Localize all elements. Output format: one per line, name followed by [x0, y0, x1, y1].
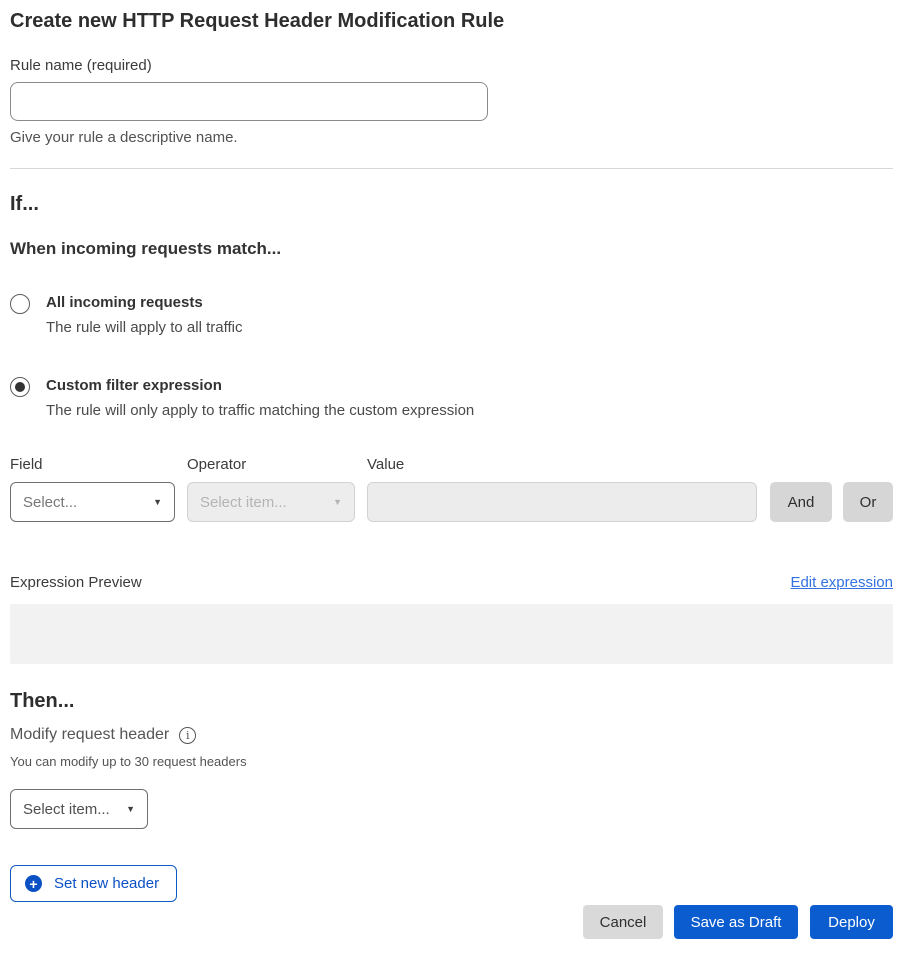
operator-select-value: Select item... [200, 494, 287, 511]
modify-header-helper: You can modify up to 30 request headers [10, 754, 893, 770]
expression-preview-label: Expression Preview [10, 572, 142, 594]
chevron-down-icon: ▼ [153, 498, 162, 507]
rule-name-input[interactable] [10, 82, 488, 121]
chevron-down-icon: ▼ [126, 805, 135, 814]
expression-preview-box [10, 604, 893, 664]
radio-description: The rule will apply to all traffic [46, 317, 242, 338]
radio-button[interactable] [10, 294, 30, 314]
edit-expression-link[interactable]: Edit expression [790, 574, 893, 591]
rule-name-label: Rule name (required) [10, 56, 893, 76]
deploy-button[interactable]: Deploy [810, 905, 893, 939]
and-button[interactable]: And [770, 482, 832, 522]
radio-dot [15, 382, 25, 392]
value-label: Value [367, 455, 757, 475]
cancel-button[interactable]: Cancel [583, 905, 663, 939]
set-new-header-button[interactable]: + Set new header [10, 865, 177, 902]
radio-button[interactable] [10, 377, 30, 397]
footer-actions: Cancel Save as Draft Deploy [10, 905, 893, 939]
radio-description: The rule will only apply to traffic matc… [46, 400, 474, 421]
save-as-draft-button[interactable]: Save as Draft [674, 905, 798, 939]
field-select[interactable]: Select... ▼ [10, 482, 175, 522]
section-divider [10, 168, 893, 169]
expression-builder-row: Field Select... ▼ Operator Select item..… [10, 455, 893, 522]
field-select-value: Select... [23, 494, 77, 511]
then-heading: Then... [10, 688, 893, 714]
operator-select[interactable]: Select item... ▼ [187, 482, 355, 522]
modify-header-label: Modify request header [10, 724, 169, 746]
match-subheading: When incoming requests match... [10, 238, 893, 260]
radio-label: Custom filter expression [46, 376, 474, 396]
operator-label: Operator [187, 455, 355, 475]
set-new-header-label: Set new header [54, 875, 159, 892]
header-action-select[interactable]: Select item... ▼ [10, 789, 148, 829]
plus-circle-icon: + [25, 875, 42, 892]
field-label: Field [10, 455, 175, 475]
value-input[interactable] [367, 482, 757, 522]
expression-preview-header: Expression Preview Edit expression [10, 572, 893, 594]
rule-name-helper: Give your rule a descriptive name. [10, 128, 893, 148]
radio-option-custom-expression[interactable]: Custom filter expression The rule will o… [10, 376, 893, 421]
page-title: Create new HTTP Request Header Modificat… [10, 8, 893, 34]
radio-option-all-requests[interactable]: All incoming requests The rule will appl… [10, 293, 893, 338]
header-action-select-value: Select item... [23, 801, 110, 818]
if-heading: If... [10, 191, 893, 217]
or-button[interactable]: Or [843, 482, 893, 522]
create-rule-form: Create new HTTP Request Header Modificat… [0, 0, 899, 959]
info-icon[interactable]: i [179, 727, 196, 744]
radio-label: All incoming requests [46, 293, 242, 313]
chevron-down-icon: ▼ [333, 498, 342, 507]
modify-header-row: Modify request header i [10, 724, 893, 746]
